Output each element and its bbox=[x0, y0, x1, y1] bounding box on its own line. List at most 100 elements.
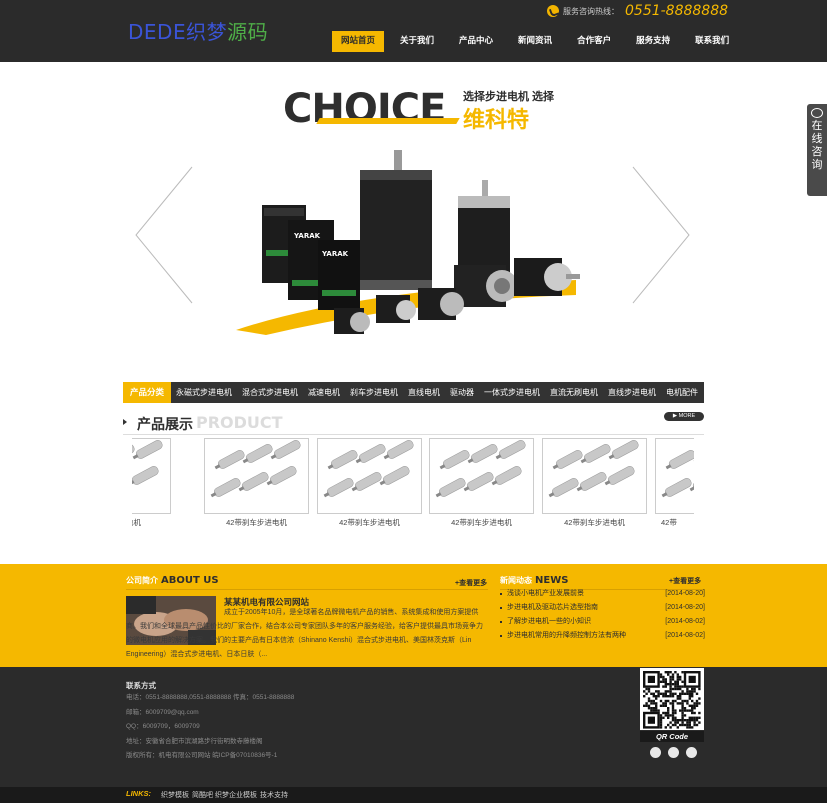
product-caption: 42带 bbox=[661, 518, 677, 527]
banner-motors-image: YARAK YARAK bbox=[236, 150, 580, 335]
copyright: 版权所有：机电有限公司网站 皖ICP备07010836号-1 bbox=[126, 752, 278, 759]
product-image bbox=[204, 438, 309, 514]
product-card[interactable]: 42带刹车步进电机 bbox=[429, 438, 534, 528]
site-header: DEDE织梦源码 服务咨询热线： 0551-8888888 网站首页 关于我们 … bbox=[0, 0, 827, 62]
category-bar: 产品分类 永磁式步进电机 混合式步进电机 减速电机 刹车步进电机 直线电机 驱动… bbox=[123, 382, 704, 403]
category-item[interactable]: 驱动器 bbox=[445, 382, 479, 403]
news-item[interactable]: 了解步进电机一些的小知识 [2014-08-02] bbox=[500, 615, 705, 629]
category-item[interactable]: 刹车步进电机 bbox=[345, 382, 403, 403]
news-title[interactable]: 步进电机及驱动芯片选型指南 bbox=[507, 601, 598, 615]
nav-item-products[interactable]: 产品中心 bbox=[450, 31, 502, 52]
nav-item-about[interactable]: 关于我们 bbox=[391, 31, 443, 52]
product-caption: 42带刹车步进电机 bbox=[339, 518, 400, 527]
more-label: MORE bbox=[678, 413, 696, 419]
product-card[interactable]: 42带 bbox=[655, 438, 694, 528]
product-thumb-3 bbox=[323, 440, 414, 498]
product-image bbox=[542, 438, 647, 514]
product-card[interactable]: 42带刹车步进电机 bbox=[317, 438, 422, 528]
logo-text-cn2: 源码 bbox=[227, 22, 269, 44]
about-label-en: ABOUT US bbox=[161, 575, 219, 586]
email-icon[interactable] bbox=[668, 747, 679, 758]
bullet-icon bbox=[500, 621, 502, 623]
page: { "header": { "logo_en": "DEDE", "logo_c… bbox=[0, 0, 827, 803]
products-more-button[interactable]: ▶ MORE bbox=[664, 412, 704, 421]
friend-link[interactable]: 织梦企业模板 bbox=[215, 790, 257, 800]
product-card[interactable]: 42带刹车步进电机 bbox=[204, 438, 309, 528]
news-title[interactable]: 浅谈小电机产业发展前景 bbox=[507, 587, 584, 601]
driver-unit-3: YARAK bbox=[318, 240, 360, 310]
news-more-link[interactable]: +查看更多 bbox=[669, 576, 701, 586]
links-label: LINKS: bbox=[126, 789, 151, 798]
news-title[interactable]: 了解步进电机一些的小知识 bbox=[507, 615, 591, 629]
news-date: [2014-08-02] bbox=[665, 618, 705, 625]
banner-headline: CHOICE bbox=[283, 86, 446, 132]
category-item[interactable]: 直线电机 bbox=[403, 382, 445, 403]
product-image bbox=[655, 438, 694, 514]
category-item[interactable]: 混合式步进电机 bbox=[237, 382, 303, 403]
banner-next-arrow[interactable] bbox=[631, 165, 691, 305]
hotline: 服务咨询热线： 0551-8888888 bbox=[547, 3, 728, 19]
news-label-cn: 新闻动态 bbox=[500, 576, 532, 585]
online-consult-button[interactable]: 在线咨询 bbox=[807, 104, 827, 196]
contact-address: 地址：安徽省合肥市滨湖路步行街明数寺藤楼阁 bbox=[126, 737, 263, 745]
banner-prev-arrow[interactable] bbox=[134, 165, 194, 305]
category-item[interactable]: 减速电机 bbox=[303, 382, 345, 403]
nav-item-support[interactable]: 服务支持 bbox=[627, 31, 679, 52]
contact-email: 邮箱：6009709@qq.com bbox=[126, 708, 199, 716]
products-title-en: PRODUCT bbox=[196, 413, 283, 432]
product-image bbox=[429, 438, 534, 514]
main-nav: 网站首页 关于我们 产品中心 新闻资讯 合作客户 服务支持 联系我们 bbox=[332, 31, 745, 52]
nav-item-clients[interactable]: 合作客户 bbox=[568, 31, 620, 52]
category-item[interactable]: 永磁式步进电机 bbox=[171, 382, 237, 403]
online-consult-label: 在线咨询 bbox=[811, 120, 823, 171]
qr-code-image bbox=[640, 668, 704, 730]
medium-motor bbox=[458, 180, 510, 276]
product-card[interactable]: 42带刹车步进电机 bbox=[542, 438, 647, 528]
heading-arrow-icon bbox=[123, 419, 127, 425]
product-image bbox=[317, 438, 422, 514]
product-caption: 42带刹车步进电机 bbox=[226, 518, 287, 527]
product-caption: 42带刹车步进电机 bbox=[451, 518, 512, 527]
chat-bubble-icon bbox=[811, 108, 823, 118]
contact-qq: QQ：6009709，6009709 bbox=[126, 723, 200, 730]
about-more-link[interactable]: +查看更多 bbox=[455, 578, 487, 588]
news-item[interactable]: 步进电机常用的升降频控制方法有两种 [2014-08-02] bbox=[500, 629, 705, 643]
driver-brand-label-2: YARAK bbox=[321, 250, 349, 258]
about-heading: 公司简介 ABOUT US bbox=[126, 575, 219, 586]
friend-link[interactable]: 技术支持 bbox=[260, 790, 288, 800]
qr-code-label: QR Code bbox=[640, 731, 704, 742]
site-logo[interactable]: DEDE织梦源码 bbox=[128, 20, 268, 45]
nav-item-home[interactable]: 网站首页 bbox=[332, 31, 385, 52]
hotline-label: 服务咨询热线： bbox=[563, 6, 619, 16]
weibo-icon[interactable] bbox=[686, 747, 697, 758]
product-caption: 42带刹车步进电机 bbox=[564, 518, 625, 527]
category-item[interactable]: 一体式步进电机 bbox=[479, 382, 545, 403]
about-description: 成立于2005年10月，是全球著名品牌微电机产品的销售、系统集成和使用方案提供商… bbox=[126, 609, 483, 658]
friend-links-bar: LINKS: 织梦模板 简酷吧 织梦企业模板 技术支持 bbox=[0, 787, 827, 803]
friend-link[interactable]: 织梦模板 bbox=[161, 790, 189, 800]
bullet-icon bbox=[500, 593, 502, 595]
category-title: 产品分类 bbox=[123, 382, 171, 403]
bullet-icon bbox=[500, 635, 502, 637]
category-item[interactable]: 直流无刷电机 bbox=[545, 382, 603, 403]
product-thumb-6 bbox=[661, 450, 694, 498]
driver-brand-label-1: YARAK bbox=[293, 232, 321, 240]
news-date: [2014-08-20] bbox=[665, 590, 705, 597]
friend-link[interactable]: 简酷吧 bbox=[192, 790, 213, 800]
product-thumb-5 bbox=[548, 440, 639, 498]
product-card[interactable]: 刹车步进电机 bbox=[132, 438, 171, 528]
category-item[interactable]: 电机配件 bbox=[661, 382, 703, 403]
qq-icon[interactable] bbox=[650, 747, 661, 758]
category-item[interactable]: 直线步进电机 bbox=[603, 382, 661, 403]
news-item[interactable]: 步进电机及驱动芯片选型指南 [2014-08-20] bbox=[500, 601, 705, 615]
news-title[interactable]: 步进电机常用的升降频控制方法有两种 bbox=[507, 629, 626, 643]
nav-item-contact[interactable]: 联系我们 bbox=[686, 31, 738, 52]
products-divider bbox=[123, 434, 704, 435]
contact-title: 联系方式 bbox=[126, 681, 156, 690]
phone-icon bbox=[547, 5, 559, 17]
news-item[interactable]: 浅谈小电机产业发展前景 [2014-08-20] bbox=[500, 587, 705, 601]
news-list: 浅谈小电机产业发展前景 [2014-08-20] 步进电机及驱动芯片选型指南 [20… bbox=[500, 587, 705, 643]
nav-item-news[interactable]: 新闻资讯 bbox=[509, 31, 561, 52]
qr-code-pattern bbox=[643, 671, 701, 729]
bullet-icon bbox=[500, 607, 502, 609]
